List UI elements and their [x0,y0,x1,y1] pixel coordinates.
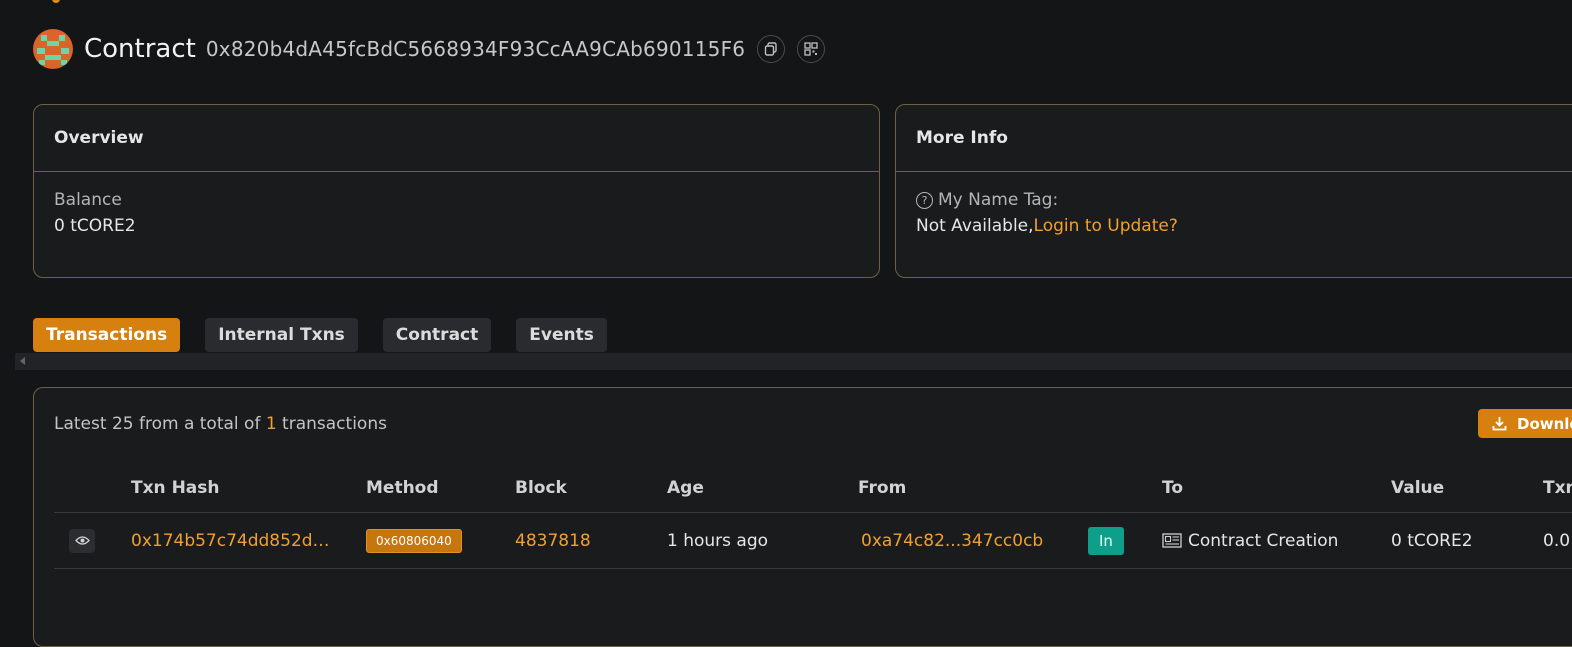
overview-card: Overview Balance 0 tCORE2 [33,104,880,278]
scroll-left-arrow-icon[interactable] [20,357,25,365]
txn-fee-cell: 0.0 [1543,530,1571,551]
transactions-count: 1 [265,414,277,434]
to-value: Contract Creation [1188,530,1339,551]
table-header: Txn Hash Method Block Age From To Value … [54,464,1572,513]
copy-icon [765,42,777,56]
view-details-button[interactable] [69,528,95,553]
column-method[interactable]: Method [366,464,439,512]
transactions-summary: Latest 25 from a total of 1 transactions [54,414,387,434]
column-age[interactable]: Age [667,464,704,512]
horizontal-scrollbar[interactable] [15,353,1572,370]
column-to[interactable]: To [1162,464,1183,512]
age-value: 1 hours ago [667,530,769,551]
txn-hash-link[interactable]: 0x174b57c74dd852d… [131,513,330,568]
direction-badge: In [1088,526,1124,555]
page-title: Contract [84,34,196,64]
block-link[interactable]: 4837818 [515,513,591,568]
download-label: Downlo [1517,414,1572,433]
column-value[interactable]: Value [1391,464,1444,512]
download-button[interactable]: Downlo [1478,409,1572,438]
name-tag-value-row: Not Available,Login to Update? [916,216,1572,236]
download-icon [1492,417,1507,431]
name-tag-value: Not Available, [916,216,1034,236]
table-row: 0x174b57c74dd852d… 0x60806040 4837818 1 … [54,513,1572,569]
contract-address: 0x820b4dA45fcBdC5668934F93CcAA9CAb690115… [205,37,746,61]
transactions-panel: Latest 25 from a total of 1 transactions… [33,387,1572,647]
column-block[interactable]: Block [515,464,567,512]
balance-value: 0 tCORE2 [54,216,136,236]
tab-transactions[interactable]: Transactions [33,318,181,352]
login-to-update-link[interactable]: Login to Update? [1034,216,1178,236]
column-from[interactable]: From [858,464,906,512]
tab-internal-txns[interactable]: Internal Txns [205,318,358,352]
name-tag-label-row: ? My Name Tag: [916,190,1572,210]
help-icon[interactable]: ? [916,191,933,209]
tab-events[interactable]: Events [516,318,607,352]
copy-address-button[interactable] [757,35,786,63]
column-txn-fee[interactable]: Txn [1543,464,1572,512]
tab-bar: Transactions Internal Txns Contract Even… [33,318,632,352]
method-badge: 0x60806040 [366,528,462,553]
page-header: Contract 0x820b4dA45fcBdC5668934F93CcAA9… [33,28,826,70]
overview-title: Overview [34,105,879,172]
from-address-link[interactable]: 0xa74c82...347cc0cb [861,513,1043,568]
contract-avatar [33,29,73,69]
tab-contract[interactable]: Contract [382,318,492,352]
qr-code-button[interactable] [797,35,826,63]
qr-code-icon [804,42,818,56]
column-txn-hash[interactable]: Txn Hash [131,464,220,512]
eye-icon [74,536,90,545]
contract-creation-icon [1162,533,1182,548]
value-cell: 0 tCORE2 [1391,530,1473,551]
balance-label: Balance [54,190,122,210]
top-indicator [52,0,60,3]
to-cell: Contract Creation [1162,513,1338,568]
more-info-card: More Info ? My Name Tag: Not Available,L… [895,104,1572,278]
more-info-title: More Info [896,105,1572,172]
name-tag-label: My Name Tag: [938,190,1059,210]
